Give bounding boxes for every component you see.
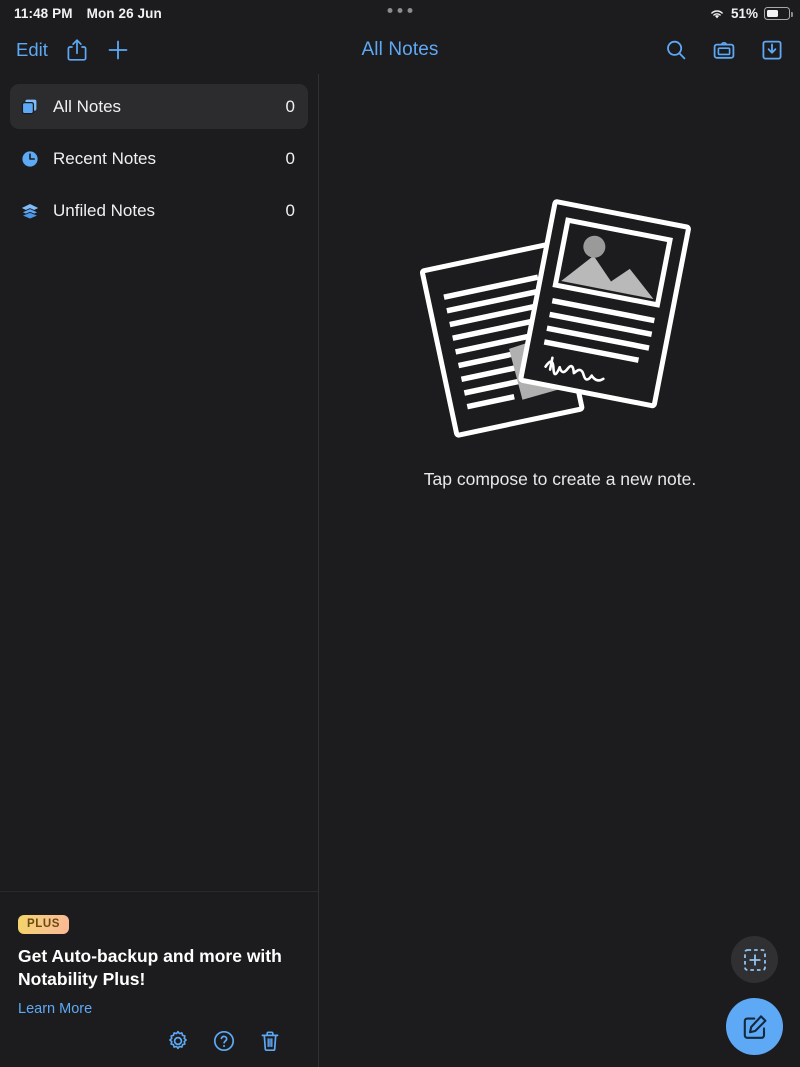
status-date: Mon 26 Jun: [86, 5, 162, 21]
sidebar-item-label: All Notes: [53, 96, 122, 116]
dot: [387, 8, 393, 13]
sidebar-item-label: Recent Notes: [53, 148, 156, 168]
two-documents-illustration: [415, 194, 705, 449]
main-content-area: Tap compose to create a new note.: [320, 74, 800, 1067]
sidebar: All Notes 0 Recent Notes 0 Unfiled Notes…: [0, 74, 319, 1067]
battery-percent: 51%: [730, 5, 758, 21]
empty-state-message: Tap compose to create a new note.: [423, 469, 697, 489]
sidebar-tool-bar: [18, 1029, 300, 1053]
sidebar-item-count: 0: [285, 96, 295, 116]
battery-icon: [764, 6, 793, 20]
notability-app-window: 11:48 PM Mon 26 Jun 51% Edit All Notes A…: [0, 0, 800, 1067]
sidebar-item-count: 0: [285, 148, 295, 168]
battery-fill: [767, 9, 778, 17]
dot: [407, 8, 413, 13]
sidebar-item-count: 0: [285, 200, 295, 220]
wifi-icon: [709, 7, 725, 19]
import-download-icon[interactable]: [760, 38, 784, 62]
status-bar-right: 51%: [709, 0, 793, 26]
sidebar-item-label: Unfiled Notes: [53, 200, 156, 220]
trash-icon[interactable]: [258, 1029, 282, 1053]
status-bar-left: 11:48 PM Mon 26 Jun: [14, 0, 162, 26]
layers-icon: [19, 201, 41, 221]
status-time: 11:48 PM: [14, 5, 73, 21]
compose-pencil-icon[interactable]: [726, 998, 783, 1055]
plus-promo-panel: PLUS Get Auto-backup and more with Notab…: [0, 891, 318, 1067]
dashed-square-plus-icon[interactable]: [731, 936, 778, 983]
sidebar-item-all-notes[interactable]: All Notes 0: [10, 84, 308, 129]
sidebar-item-unfiled-notes[interactable]: Unfiled Notes 0: [10, 188, 308, 233]
navbar-right-group: [664, 26, 784, 74]
question-circle-icon[interactable]: [212, 1029, 236, 1053]
clock-icon: [19, 149, 41, 169]
dot: [397, 8, 403, 13]
plus-badge: PLUS: [18, 915, 70, 935]
multitask-dots-icon[interactable]: [387, 8, 413, 13]
presentation-icon[interactable]: [712, 38, 736, 62]
search-icon[interactable]: [664, 38, 688, 62]
sidebar-list: All Notes 0 Recent Notes 0 Unfiled Notes…: [0, 74, 318, 233]
navigation-bar: Edit All Notes: [0, 26, 800, 74]
sidebar-item-recent-notes[interactable]: Recent Notes 0: [10, 136, 308, 181]
notes-stack-icon: [19, 97, 41, 117]
gear-icon[interactable]: [166, 1029, 190, 1053]
learn-more-link[interactable]: Learn More: [18, 1001, 300, 1017]
status-bar: 11:48 PM Mon 26 Jun 51%: [0, 0, 800, 26]
promo-title: Get Auto-backup and more with Notability…: [18, 946, 282, 989]
